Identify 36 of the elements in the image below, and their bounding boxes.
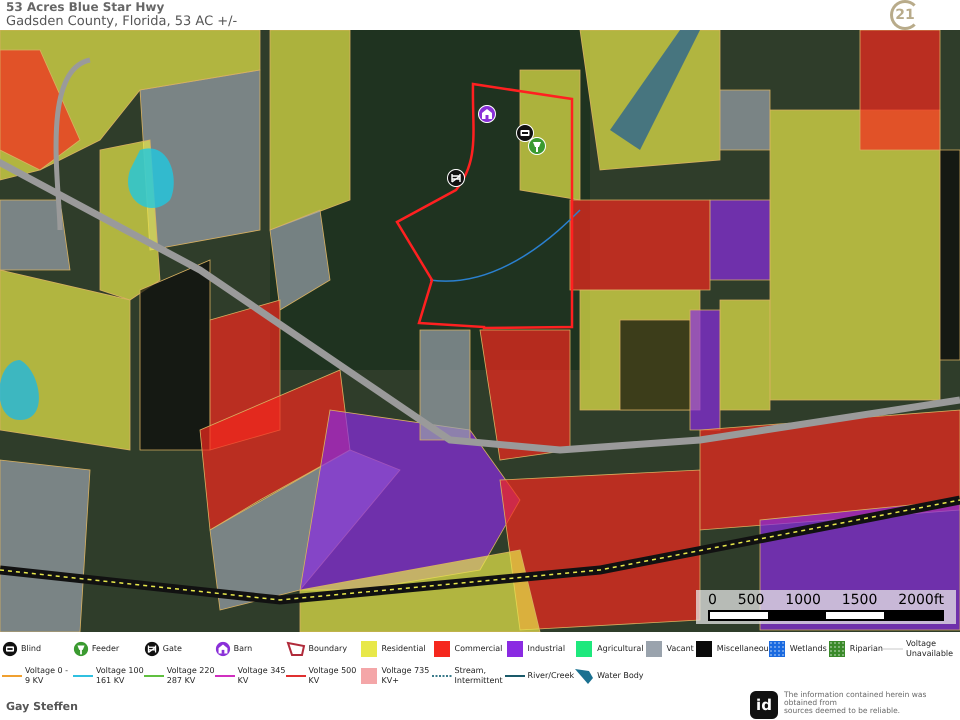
legend-label: Gate [162, 644, 182, 654]
legend-label: Voltage 345 KV [238, 666, 286, 686]
legend-label: Voltage 0 - 9 KV [25, 666, 70, 686]
gate-marker-icon [447, 169, 465, 187]
legend-label: Boundary [308, 644, 348, 654]
scale-label: 2000ft [898, 592, 944, 608]
legend-label: Agricultural [597, 644, 644, 654]
scale-label: 1500 [842, 592, 878, 608]
legend-label: Industrial [528, 644, 566, 654]
legend-label: Miscellaneou [716, 644, 767, 654]
legend-label: Residential [382, 644, 426, 654]
legend-label: Wetlands [790, 644, 827, 654]
scale-label: 500 [738, 592, 764, 608]
barn-marker-icon [478, 105, 496, 123]
legend-label: Stream, Intermittent [454, 666, 504, 686]
scale-label: 1000 [785, 592, 821, 608]
brand-logo: id [750, 691, 778, 719]
legend-label: Water Body [597, 670, 644, 681]
listing-subtitle: Gadsden County, Florida, 53 AC +/- [6, 14, 238, 29]
legend-label: Voltage 100 161 KV [96, 666, 144, 686]
legend-label: Commercial [454, 644, 502, 654]
blind-marker-icon [516, 124, 534, 142]
legend-label: Voltage Unavailable [906, 639, 954, 660]
legend-label: Vacant [666, 644, 694, 654]
agent-name: Gay Steffen [6, 700, 78, 713]
legend-label: Blind [21, 644, 42, 654]
legend-label: Voltage 735 KV+ [382, 666, 430, 686]
legend-label: River/Creek [528, 670, 574, 681]
legend-label: Voltage 500 KV [308, 666, 358, 686]
listing-title: 53 Acres Blue Star Hwy [6, 1, 166, 14]
legend-label: Barn [234, 644, 252, 654]
feeder-marker-icon [528, 137, 546, 155]
scale-label: 0 [708, 592, 717, 608]
legend-label: Feeder [92, 644, 120, 654]
legend-label: Voltage 220 287 KV [166, 666, 215, 686]
legend-label: Riparian [850, 644, 883, 654]
